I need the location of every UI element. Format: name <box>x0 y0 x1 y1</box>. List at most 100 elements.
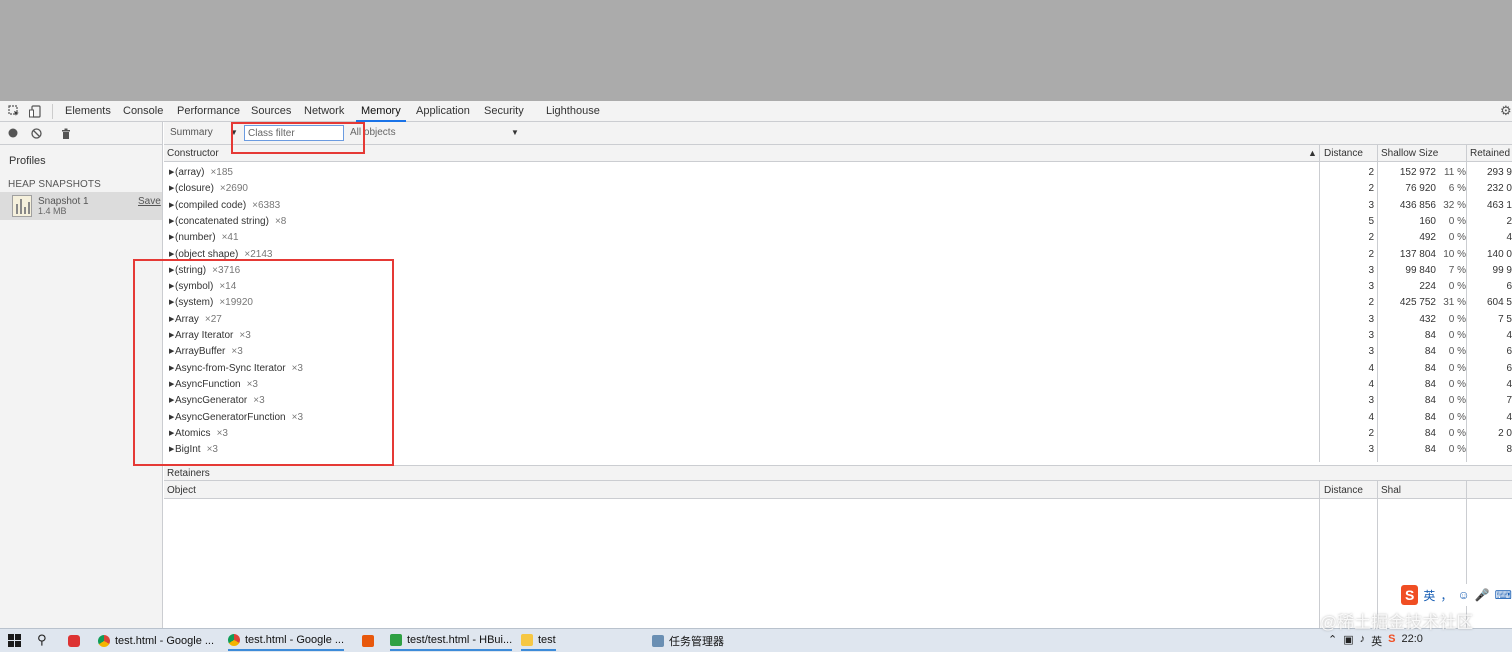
sogou-logo-icon[interactable]: S <box>1401 585 1419 605</box>
table-row[interactable]: ▶ AsyncFunction ×3 4 84 0 % 4 <box>164 377 1512 393</box>
tab-application[interactable]: Application <box>416 101 470 122</box>
expand-triangle-icon[interactable]: ▶ <box>169 184 174 192</box>
start-button[interactable] <box>8 634 21 647</box>
tab-performance[interactable]: Performance <box>177 101 240 122</box>
taskbar-app-chrome-1[interactable]: test.html - Google ... <box>98 631 214 651</box>
expand-triangle-icon[interactable]: ▶ <box>169 429 174 437</box>
table-row[interactable]: ▶ (array) ×185 2 152 972 11 % 293 9 <box>164 165 1512 181</box>
sort-ascending-icon[interactable]: ▲ <box>1308 148 1317 158</box>
constructor-label: Atomics <box>175 427 211 439</box>
table-row[interactable]: ▶ (object shape) ×2143 2 137 804 10 % 140 0 <box>164 247 1512 263</box>
taskbar-app-task-manager[interactable]: 任务管理器 <box>652 631 724 651</box>
shallow-size-value: 492 <box>1419 232 1436 244</box>
instance-count: ×3716 <box>212 264 241 276</box>
table-row[interactable]: ▶ ArrayBuffer ×3 3 84 0 % 6 <box>164 344 1512 360</box>
table-row[interactable]: ▶ Array ×27 3 432 0 % 7 5 <box>164 312 1512 328</box>
taskbar-app-hbuilder[interactable]: test/test.html - HBui... <box>390 631 513 651</box>
expand-triangle-icon[interactable]: ▶ <box>169 266 174 274</box>
col-retainer-distance[interactable]: Distance <box>1324 485 1363 496</box>
col-retainer-shallow[interactable]: Shal <box>1381 485 1401 496</box>
record-icon[interactable] <box>6 126 20 140</box>
inspect-icon[interactable] <box>7 104 21 118</box>
table-row[interactable]: ▶ AsyncGeneratorFunction ×3 4 84 0 % 4 <box>164 410 1512 426</box>
expand-triangle-icon[interactable]: ▶ <box>169 298 174 306</box>
table-row[interactable]: ▶ (number) ×41 2 492 0 % 4 <box>164 230 1512 246</box>
expand-triangle-icon[interactable]: ▶ <box>169 380 174 388</box>
taskbar-app-chrome-2[interactable]: test.html - Google ... <box>228 631 345 651</box>
table-row[interactable]: ▶ BigInt ×3 3 84 0 % 8 <box>164 442 1512 458</box>
objects-filter-chevron-icon[interactable]: ▼ <box>511 128 519 137</box>
retained-size-value: 99 9 <box>1492 264 1512 276</box>
expand-triangle-icon[interactable]: ▶ <box>169 233 174 241</box>
taskbar-app-office[interactable] <box>362 631 379 651</box>
expand-triangle-icon[interactable]: ▶ <box>169 331 174 339</box>
col-shallow-size[interactable]: Shallow Size <box>1381 148 1438 159</box>
col-retained-size[interactable]: Retained <box>1470 148 1510 159</box>
expand-triangle-icon[interactable]: ▶ <box>169 201 174 209</box>
table-row[interactable]: ▶ (concatenated string) ×8 5 160 0 % 2 <box>164 214 1512 230</box>
objects-filter-select[interactable]: All objects <box>350 127 396 138</box>
shallow-size-value: 84 <box>1424 395 1436 407</box>
table-row[interactable]: ▶ (closure) ×2690 2 76 920 6 % 232 0 <box>164 181 1512 197</box>
ime-keyboard-icon[interactable]: ⌨ <box>1495 588 1512 602</box>
expand-triangle-icon[interactable]: ▶ <box>169 364 174 372</box>
device-toggle-icon[interactable] <box>28 104 42 118</box>
taskbar-app-folder[interactable]: test <box>521 631 556 651</box>
table-row[interactable]: ▶ (string) ×3716 3 99 840 7 % 99 9 <box>164 263 1512 279</box>
expand-triangle-icon[interactable]: ▶ <box>169 250 174 258</box>
tab-lighthouse[interactable]: Lighthouse <box>546 101 600 122</box>
ime-emoji-icon[interactable]: ☺ <box>1457 588 1469 602</box>
tab-security[interactable]: Security <box>484 101 524 122</box>
tray-volume-icon[interactable]: ♪ <box>1360 633 1366 649</box>
tab-console[interactable]: Console <box>123 101 163 122</box>
tab-network[interactable]: Network <box>304 101 344 122</box>
table-row[interactable]: ▶ (symbol) ×14 3 224 0 % 6 <box>164 279 1512 295</box>
col-object[interactable]: Object <box>167 485 196 496</box>
constructor-label: AsyncFunction <box>175 378 241 390</box>
expand-triangle-icon[interactable]: ▶ <box>169 282 174 290</box>
expand-triangle-icon[interactable]: ▶ <box>169 217 174 225</box>
trash-icon[interactable] <box>59 126 73 140</box>
expand-triangle-icon[interactable]: ▶ <box>169 396 174 404</box>
table-row[interactable]: ▶ AsyncGenerator ×3 3 84 0 % 7 <box>164 393 1512 409</box>
expand-triangle-icon[interactable]: ▶ <box>169 413 174 421</box>
retained-size-value: 8 <box>1506 444 1512 456</box>
tray-clock[interactable]: 22:0 <box>1401 633 1422 649</box>
table-row[interactable]: ▶ (system) ×19920 2 425 752 31 % 604 5 <box>164 295 1512 311</box>
table-row[interactable]: ▶ Array Iterator ×3 3 84 0 % 4 <box>164 328 1512 344</box>
constructor-name: Array ×27 <box>175 314 222 325</box>
taskbar-pinned-app[interactable] <box>68 631 85 651</box>
expand-triangle-icon[interactable]: ▶ <box>169 347 174 355</box>
instance-count: ×8 <box>274 215 287 227</box>
shallow-size-value: 84 <box>1424 346 1436 358</box>
view-select[interactable]: Summary <box>170 127 213 138</box>
settings-gear-icon[interactable]: ⚙ <box>1500 104 1512 118</box>
tray-chevron-up-icon[interactable]: ⌃ <box>1328 633 1337 649</box>
tray-network-icon[interactable]: ▣ <box>1343 633 1353 649</box>
constructor-label: (system) <box>175 297 214 309</box>
ime-voice-icon[interactable]: 🎤 <box>1475 588 1490 602</box>
snapshot-item[interactable]: Snapshot 1 1.4 MB Save <box>0 192 162 220</box>
expand-triangle-icon[interactable]: ▶ <box>169 445 174 453</box>
tab-sources[interactable]: Sources <box>251 101 291 122</box>
tab-elements[interactable]: Elements <box>65 101 111 122</box>
search-icon[interactable]: ⚲ <box>37 632 47 648</box>
tray-sogou-icon[interactable]: S <box>1388 633 1395 649</box>
clear-icon[interactable] <box>29 126 43 140</box>
distance-value: 3 <box>1368 199 1374 211</box>
col-constructor[interactable]: Constructor <box>167 148 219 159</box>
snapshot-save-link[interactable]: Save <box>138 196 161 207</box>
table-row[interactable]: ▶ Atomics ×3 2 84 0 % 2 0 <box>164 426 1512 442</box>
table-row[interactable]: ▶ Async-from-Sync Iterator ×3 4 84 0 % 6 <box>164 361 1512 377</box>
view-select-chevron-icon[interactable]: ▼ <box>230 128 238 137</box>
expand-triangle-icon[interactable]: ▶ <box>169 315 174 323</box>
expand-triangle-icon[interactable]: ▶ <box>169 168 174 176</box>
table-row[interactable]: ▶ (compiled code) ×6383 3 436 856 32 % 463 1 <box>164 198 1512 214</box>
ime-mode-toggle[interactable]: 英 <box>1423 587 1435 604</box>
tray-ime-indicator[interactable]: 英 <box>1371 633 1382 649</box>
constructor-label: Array Iterator <box>175 330 234 341</box>
ime-punctuation-icon[interactable]: ， <box>1440 587 1452 604</box>
class-filter-input[interactable] <box>244 125 344 141</box>
tab-memory[interactable]: Memory <box>356 101 406 122</box>
col-distance[interactable]: Distance <box>1324 148 1363 159</box>
